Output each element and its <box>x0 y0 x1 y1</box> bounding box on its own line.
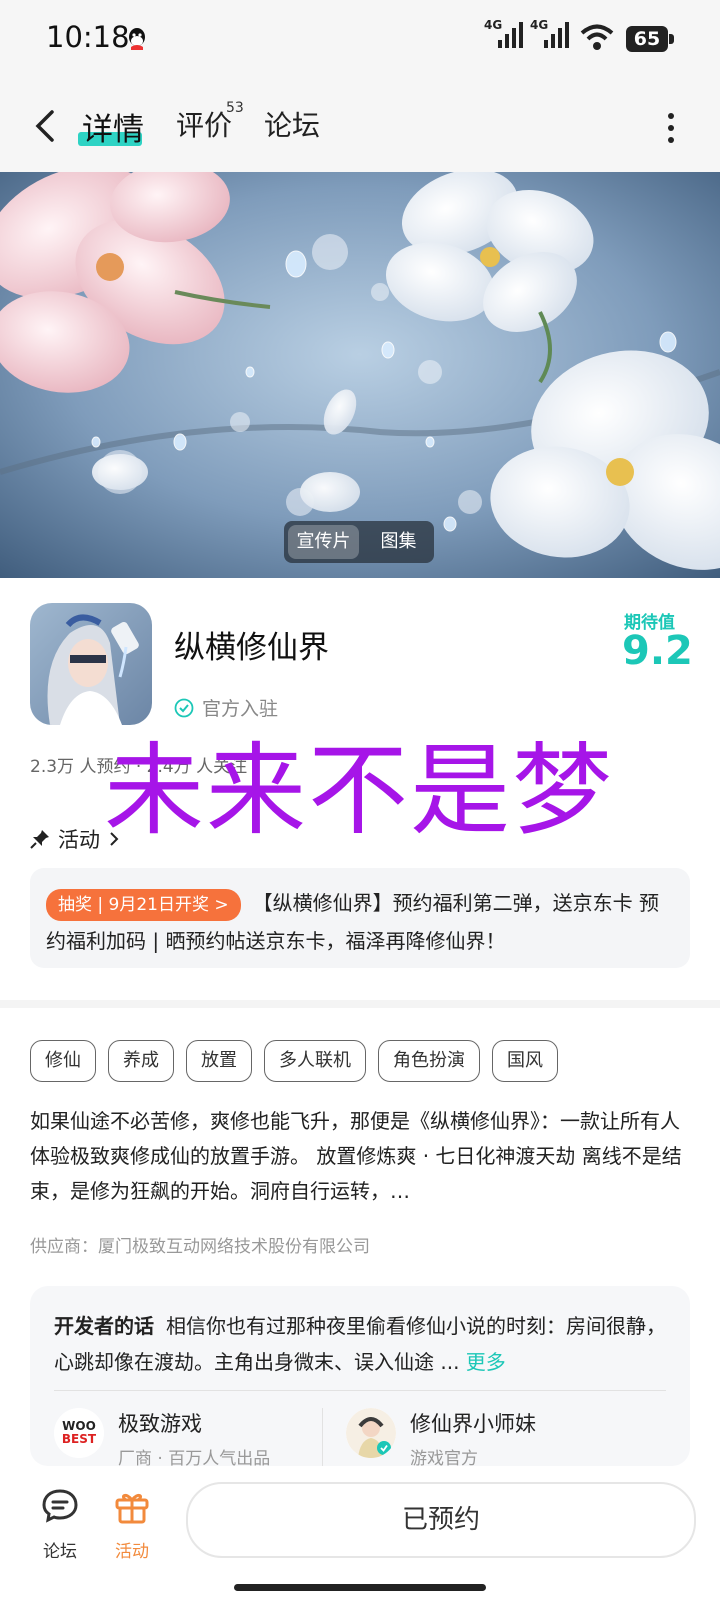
reserved-button[interactable]: 已预约 <box>186 1482 696 1558</box>
game-description[interactable]: 如果仙途不必苦修，爽修也能飞升，那便是《纵横修仙界》：一款让所有人体验极致爽修成… <box>30 1104 690 1209</box>
top-nav: 详情 评价 53 论坛 <box>0 80 720 172</box>
tab-details[interactable]: 详情 <box>82 104 144 149</box>
tag-chip[interactable]: 修仙 <box>30 1040 96 1082</box>
account-separator <box>322 1408 323 1466</box>
section-divider <box>0 1000 720 1008</box>
more-options-icon[interactable] <box>666 110 676 146</box>
developer-avatar: WOO BEST <box>54 1408 104 1458</box>
tab-forum[interactable]: 论坛 <box>264 104 320 144</box>
verified-check-icon <box>174 698 194 717</box>
tag-chip[interactable]: 国风 <box>492 1040 558 1082</box>
developer-notes: 开发者的话 相信你也有过那种夜里偷看修仙小说的时刻：房间很静，心跳却像在渡劫。主角… <box>54 1308 670 1380</box>
promo-video-banner[interactable] <box>0 172 720 578</box>
cherry-blossom-artwork <box>0 172 720 578</box>
supplier-info: 供应商：厦门极致互动网络技术股份有限公司 <box>30 1237 370 1257</box>
official-account[interactable]: 修仙界小师妹 游戏官方 <box>346 1408 536 1466</box>
developer-notes-title: 开发者的话 <box>54 1314 154 1338</box>
tag-chip[interactable]: 养成 <box>108 1040 174 1082</box>
activity-content: 抽奖 | 9月21日开奖 > 【纵横修仙界】预约福利第二弹，送京东卡 预约福利加码… <box>46 884 676 960</box>
expectation-score: 9.2 <box>622 628 693 674</box>
review-count-badge: 53 <box>226 100 244 116</box>
overlay-caption: 未来不是梦 <box>104 732 614 849</box>
home-indicator[interactable] <box>234 1584 486 1591</box>
status-time: 10:18 <box>46 20 130 54</box>
tab-details-label: 详情 <box>82 112 144 148</box>
activity-tab[interactable]: 活动 <box>102 1486 162 1562</box>
wifi-icon <box>580 24 614 50</box>
back-icon[interactable] <box>30 108 64 144</box>
game-title: 纵横修仙界 <box>174 630 329 666</box>
more-link[interactable]: 更多 <box>466 1350 506 1374</box>
developer-account[interactable]: WOO BEST 极致游戏 厂商 · 百万人气出品 <box>54 1408 270 1466</box>
forum-chat-icon <box>42 1489 78 1523</box>
forum-tab-label: 论坛 <box>43 1542 77 1562</box>
tab-reviews[interactable]: 评价 <box>176 104 232 144</box>
battery-indicator: 65 <box>626 26 674 52</box>
woo-best-logo: WOO BEST <box>54 1408 104 1458</box>
game-icon[interactable] <box>30 603 152 725</box>
activity-card[interactable]: 抽奖 | 9月21日开奖 > 【纵横修仙界】预约福利第二弹，送京东卡 预约福利加码… <box>30 868 690 968</box>
tag-chip[interactable]: 角色扮演 <box>378 1040 480 1082</box>
tag-chip[interactable]: 多人联机 <box>264 1040 366 1082</box>
activity-label: 活动 <box>58 828 100 852</box>
forum-tab[interactable]: 论坛 <box>30 1486 90 1562</box>
card-divider <box>54 1390 666 1391</box>
status-bar: 10:18 4G 4G 65 <box>0 0 720 80</box>
signal-icon-2 <box>544 22 569 48</box>
svg-text:WOO: WOO <box>62 1419 96 1433</box>
tag-chip[interactable]: 放置 <box>186 1040 252 1082</box>
tag-list: 修仙 养成 放置 多人联机 角色扮演 国风 <box>30 1040 558 1082</box>
lottery-badge: 抽奖 | 9月21日开奖 > <box>46 889 241 921</box>
promo-video-tab[interactable]: 宣传片 <box>288 525 359 559</box>
gift-icon <box>115 1493 149 1524</box>
qq-icon <box>129 28 145 50</box>
official-label: 官方入驻 <box>202 698 279 720</box>
signal-icon-1 <box>498 22 523 48</box>
developer-subtitle: 厂商 · 百万人气出品 <box>118 1449 271 1466</box>
official-account-subtitle: 游戏官方 <box>410 1449 478 1466</box>
developer-name: 极致游戏 <box>118 1412 202 1436</box>
game-icon-artwork <box>30 603 152 725</box>
official-account-name: 修仙界小师妹 <box>410 1412 536 1436</box>
developer-notes-card: 开发者的话 相信你也有过那种夜里偷看修仙小说的时刻：房间很静，心跳却像在渡劫。主角… <box>30 1286 690 1466</box>
svg-text:BEST: BEST <box>62 1432 97 1446</box>
official-badge: 官方入驻 <box>174 694 278 721</box>
bottom-action-bar: 论坛 活动 已预约 <box>0 1466 720 1601</box>
gallery-tab[interactable]: 图集 <box>363 521 434 563</box>
character-avatar <box>346 1408 396 1458</box>
activity-tab-label: 活动 <box>115 1542 149 1562</box>
official-avatar <box>346 1408 396 1458</box>
media-toggle: 宣传片 图集 <box>284 521 434 563</box>
pin-icon <box>30 830 49 849</box>
